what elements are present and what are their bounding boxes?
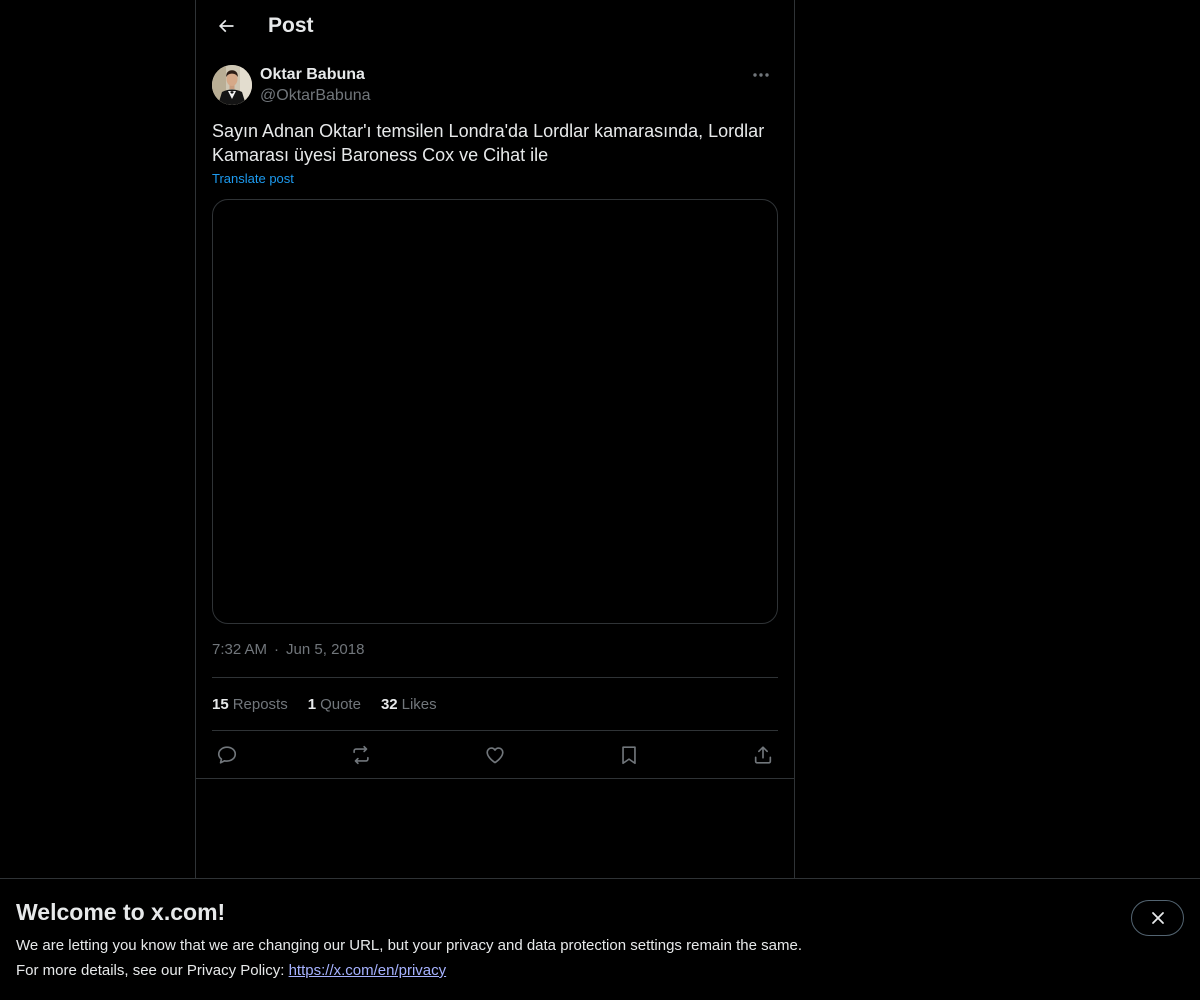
post-media[interactable] — [212, 199, 778, 624]
share-icon — [754, 745, 772, 764]
banner-close-button[interactable] — [1131, 900, 1184, 936]
post-time[interactable]: 7:32 AM — [212, 641, 267, 658]
banner-privacy-prefix: For more details, see our Privacy Policy… — [16, 962, 289, 979]
reposts-stat[interactable]: 15 Reposts — [212, 696, 288, 713]
repost-icon — [353, 745, 369, 764]
post-divider — [196, 778, 794, 779]
page-title: Post — [268, 14, 314, 37]
like-icon — [486, 746, 504, 763]
bookmark-button[interactable] — [618, 744, 640, 766]
banner-message: We are letting you know that we are chan… — [16, 937, 802, 954]
post-date[interactable]: Jun 5, 2018 — [286, 641, 364, 658]
page-header: Post — [196, 0, 794, 54]
author-display-name[interactable]: Oktar Babuna — [260, 66, 365, 84]
banner-privacy-line: For more details, see our Privacy Policy… — [16, 962, 446, 979]
banner-title: Welcome to x.com! — [16, 899, 226, 925]
more-options-button[interactable] — [744, 63, 778, 87]
quotes-label: Quote — [320, 695, 361, 713]
translate-post-link[interactable]: Translate post — [212, 171, 294, 186]
back-button[interactable] — [208, 8, 244, 44]
close-icon — [1151, 912, 1164, 924]
repost-button[interactable] — [350, 744, 372, 766]
privacy-policy-link[interactable]: https://x.com/en/privacy — [289, 962, 447, 979]
arrow-left-icon — [218, 19, 234, 33]
more-horizontal-icon — [753, 73, 769, 77]
primary-column: Post Oktar Babuna @OktarBabuna Sayın Adn… — [195, 0, 795, 1000]
avatar-image — [212, 65, 252, 105]
avatar[interactable] — [212, 65, 252, 105]
likes-count: 32 — [380, 695, 398, 713]
reposts-count: 15 — [212, 695, 229, 713]
post-timestamp: 7:32 AM · Jun 5, 2018 — [212, 641, 364, 658]
post-stats: 15 Reposts 1 Quote 32 Likes — [212, 677, 778, 731]
timestamp-separator: · — [274, 641, 280, 658]
reposts-label: Reposts — [232, 695, 288, 713]
likes-label: Likes — [401, 695, 437, 713]
share-button[interactable] — [752, 744, 774, 766]
post-author: Oktar Babuna @OktarBabuna — [212, 65, 778, 107]
reply-icon — [217, 745, 237, 764]
reply-button[interactable] — [216, 744, 238, 766]
quotes-count: 1 — [307, 695, 317, 713]
post-text: Sayın Adnan Oktar'ı temsilen Londra'da L… — [212, 121, 765, 165]
author-handle[interactable]: @OktarBabuna — [260, 87, 371, 105]
likes-stat[interactable]: 32 Likes — [381, 696, 437, 713]
quotes-stat[interactable]: 1 Quote — [308, 696, 361, 713]
welcome-banner: Welcome to x.com! We are letting you kno… — [0, 878, 1200, 1000]
like-button[interactable] — [484, 744, 506, 766]
bookmark-icon — [622, 745, 636, 764]
post-actions — [212, 731, 778, 778]
